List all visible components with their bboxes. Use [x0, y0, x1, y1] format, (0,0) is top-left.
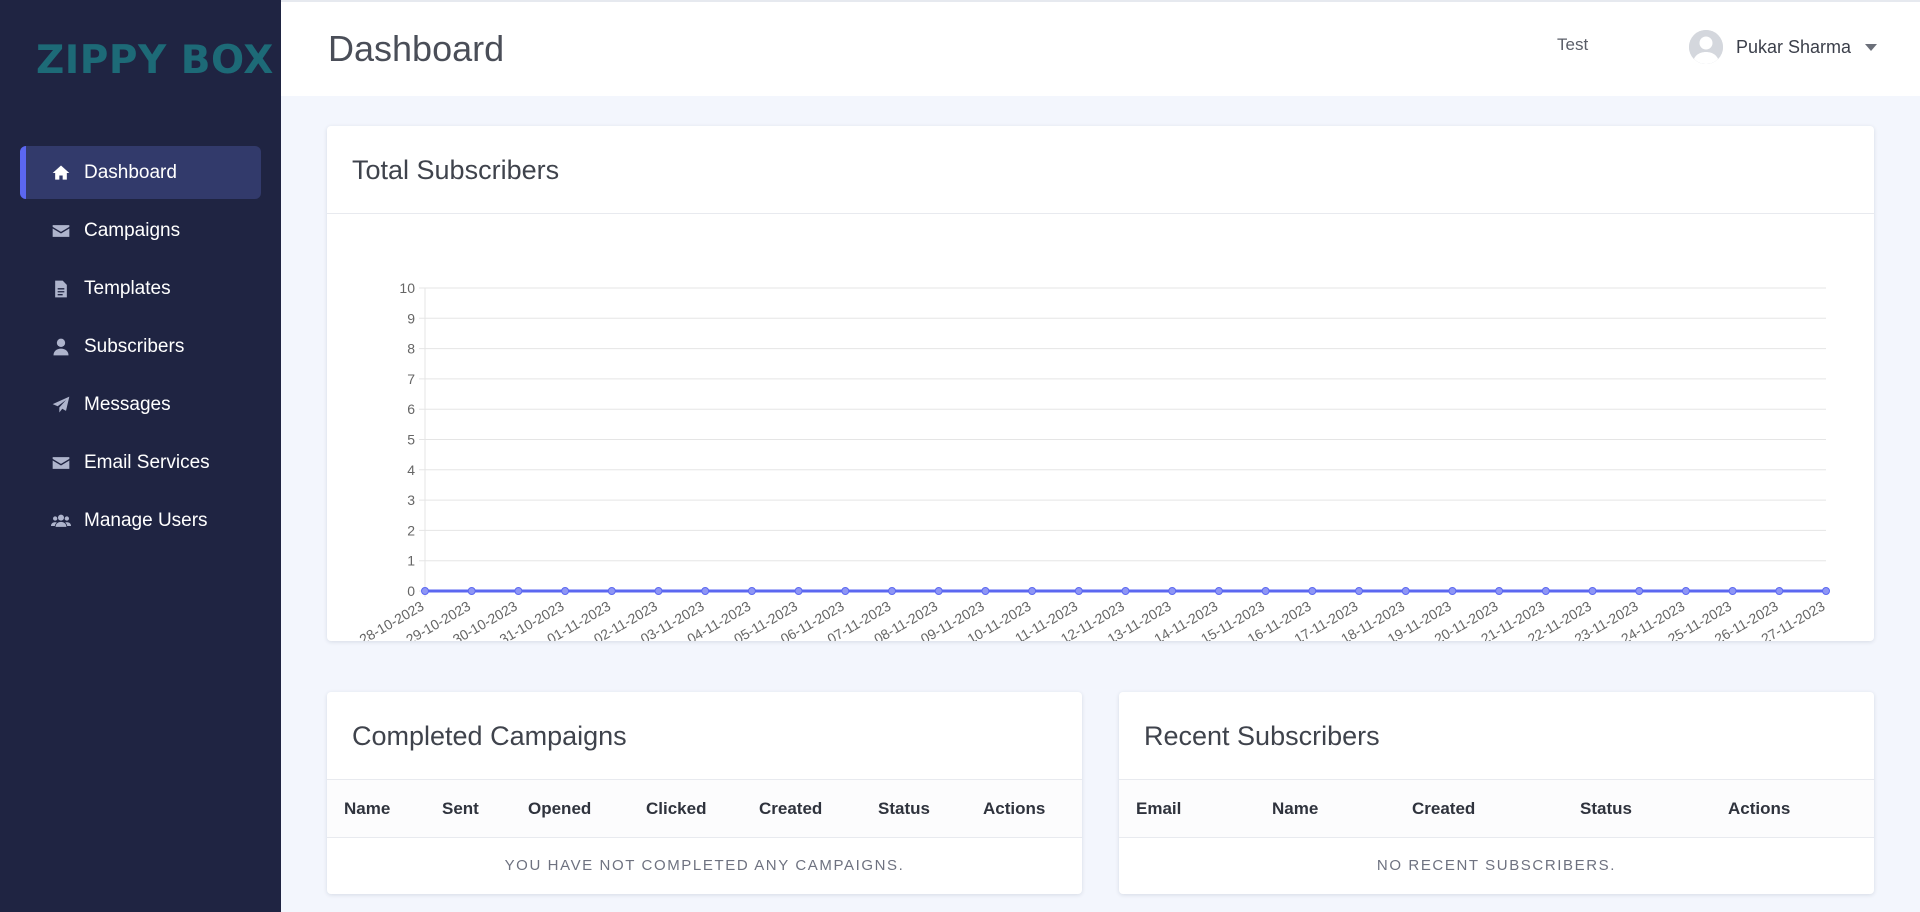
sidebar-item-campaigns[interactable]: Campaigns: [20, 204, 261, 257]
data-point: [841, 587, 850, 595]
user-menu[interactable]: Pukar Sharma: [1689, 30, 1878, 64]
column-header[interactable]: Name: [344, 799, 442, 819]
y-tick-label: 4: [407, 462, 415, 478]
data-point: [1308, 587, 1317, 595]
data-point: [1074, 587, 1083, 595]
document-icon: [50, 278, 72, 300]
sidebar-item-dashboard[interactable]: Dashboard: [20, 146, 261, 199]
column-header[interactable]: Name: [1272, 799, 1412, 819]
y-tick-label: 9: [407, 310, 415, 326]
data-point: [888, 587, 896, 595]
table-header: Name Sent Opened Clicked Created Status …: [327, 780, 1082, 838]
column-header[interactable]: Clicked: [646, 799, 759, 819]
sidebar-nav: Dashboard Campaigns Templates Subscriber…: [20, 146, 261, 552]
data-point: [1261, 587, 1270, 595]
table-header: Email Name Created Status Actions: [1119, 780, 1874, 838]
column-header[interactable]: Created: [759, 799, 878, 819]
data-point: [654, 587, 663, 595]
subscribers-line-chart: 01234567891028-10-202329-10-202330-10-20…: [356, 280, 1830, 641]
column-header[interactable]: Status: [1580, 799, 1728, 819]
y-tick-label: 7: [407, 371, 415, 387]
user-icon: [50, 336, 72, 358]
column-header[interactable]: Status: [878, 799, 983, 819]
y-tick-label: 3: [407, 492, 415, 508]
sidebar-item-templates[interactable]: Templates: [20, 262, 261, 315]
data-point: [1401, 587, 1410, 595]
data-point: [1822, 587, 1830, 595]
y-tick-label: 2: [407, 522, 415, 538]
page-title: Dashboard: [328, 28, 505, 69]
sidebar-item-label: Email Services: [84, 451, 210, 473]
data-point: [1214, 587, 1223, 595]
card-title: Completed Campaigns: [327, 692, 1082, 780]
data-point: [1681, 587, 1690, 595]
sidebar: ZIPPY BOX Dashboard Campaigns Templates …: [0, 0, 281, 912]
data-point: [467, 587, 476, 595]
column-header: Actions: [983, 798, 1046, 818]
user-name: Pukar Sharma: [1736, 36, 1852, 57]
data-point: [1121, 587, 1130, 595]
top-bar: Dashboard Test Pukar Sharma: [281, 0, 1920, 96]
chevron-down-icon: [1865, 43, 1878, 51]
envelope-icon: [50, 220, 72, 242]
sidebar-item-label: Templates: [84, 277, 171, 299]
logo-text: ZIPPY BOX: [36, 38, 274, 83]
data-point: [747, 587, 756, 595]
sidebar-item-messages[interactable]: Messages: [20, 378, 261, 431]
y-tick-label: 6: [407, 401, 415, 417]
recent-subscribers-card: Recent Subscribers Email Name Created St…: [1119, 692, 1874, 894]
sidebar-item-label: Manage Users: [84, 509, 208, 531]
y-tick-label: 5: [407, 432, 415, 448]
column-header: Actions: [1728, 798, 1791, 818]
sidebar-item-subscribers[interactable]: Subscribers: [20, 320, 261, 373]
data-point: [1448, 587, 1457, 595]
y-tick-label: 0: [407, 583, 415, 599]
data-point: [1775, 587, 1784, 595]
sidebar-item-manage-users[interactable]: Manage Users: [20, 494, 261, 547]
users-icon: [50, 510, 72, 532]
data-point: [1635, 587, 1644, 595]
total-subscribers-card: Total Subscribers 0 1 2 3 4 5 6 7 8 9 10 28-10-2023…: [327, 126, 1874, 641]
data-point: [561, 587, 570, 595]
test-link[interactable]: Test: [1557, 35, 1588, 55]
sidebar-item-label: Messages: [84, 393, 171, 415]
envelope-icon: [50, 452, 72, 474]
y-tick-label: 8: [407, 341, 415, 357]
card-title: Total Subscribers: [327, 126, 1874, 214]
data-point: [1168, 587, 1177, 595]
data-point: [1728, 587, 1737, 595]
sidebar-item-email-services[interactable]: Email Services: [20, 436, 261, 489]
data-point: [421, 587, 429, 595]
data-point: [1028, 587, 1037, 595]
data-point: [607, 587, 616, 595]
sidebar-item-label: Subscribers: [84, 335, 185, 357]
column-header[interactable]: Email: [1136, 799, 1272, 819]
avatar: [1689, 30, 1723, 64]
data-point: [934, 587, 943, 595]
data-point: [981, 587, 990, 595]
sidebar-item-label: Campaigns: [84, 219, 181, 241]
completed-campaigns-card: Completed Campaigns Name Sent Opened Cli…: [327, 692, 1082, 894]
brand-logo[interactable]: ZIPPY BOX: [36, 30, 273, 88]
column-header[interactable]: Opened: [528, 799, 646, 819]
y-tick-label: 1: [407, 553, 415, 569]
data-point: [1495, 587, 1504, 595]
column-header[interactable]: Sent: [442, 799, 528, 819]
data-point: [514, 587, 523, 595]
column-header[interactable]: Created: [1412, 799, 1580, 819]
paper-plane-icon: [50, 394, 72, 416]
empty-state-message: NO RECENT SUBSCRIBERS.: [1376, 857, 1617, 874]
data-point: [794, 587, 803, 595]
data-point: [701, 587, 710, 595]
y-tick-label: 10: [399, 280, 415, 296]
data-point: [1541, 587, 1550, 595]
sidebar-item-label: Dashboard: [84, 161, 177, 183]
data-point: [1355, 587, 1363, 595]
empty-state-message: YOU HAVE NOT COMPLETED ANY CAMPAIGNS.: [504, 857, 905, 874]
data-point: [1588, 587, 1597, 595]
home-icon: [50, 162, 72, 184]
card-title: Recent Subscribers: [1119, 692, 1874, 780]
